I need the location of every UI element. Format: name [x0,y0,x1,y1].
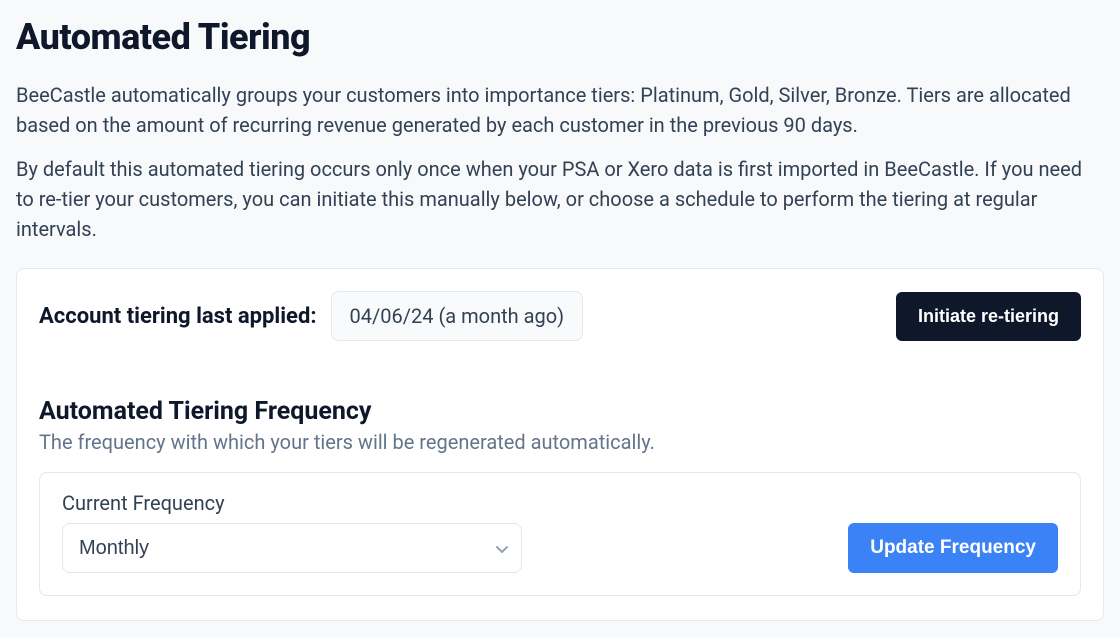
frequency-select[interactable]: Monthly [62,523,522,573]
frequency-box: Current Frequency Monthly Update Frequen… [39,472,1081,596]
intro-paragraph-1: BeeCastle automatically groups your cust… [16,80,1104,140]
frequency-section-subtitle: The frequency with which your tiers will… [39,430,1081,454]
tiering-last-applied-label: Account tiering last applied: [39,304,317,329]
tiering-last-applied-value: 04/06/24 (a month ago) [331,291,584,341]
frequency-section-title: Automated Tiering Frequency [39,397,1081,426]
tiering-card: Account tiering last applied: 04/06/24 (… [16,268,1104,621]
frequency-label: Current Frequency [62,491,522,515]
update-frequency-button[interactable]: Update Frequency [848,523,1058,573]
frequency-select-wrap: Monthly [62,523,522,573]
frequency-right: Update Frequency [546,523,1058,573]
tiering-last-applied-row: Account tiering last applied: 04/06/24 (… [39,291,1081,341]
intro-paragraph-2: By default this automated tiering occurs… [16,154,1104,244]
frequency-left: Current Frequency Monthly [62,491,522,573]
intro-paragraphs: BeeCastle automatically groups your cust… [16,80,1104,244]
page-title: Automated Tiering [16,16,1104,58]
initiate-retiering-button[interactable]: Initiate re-tiering [896,292,1081,341]
